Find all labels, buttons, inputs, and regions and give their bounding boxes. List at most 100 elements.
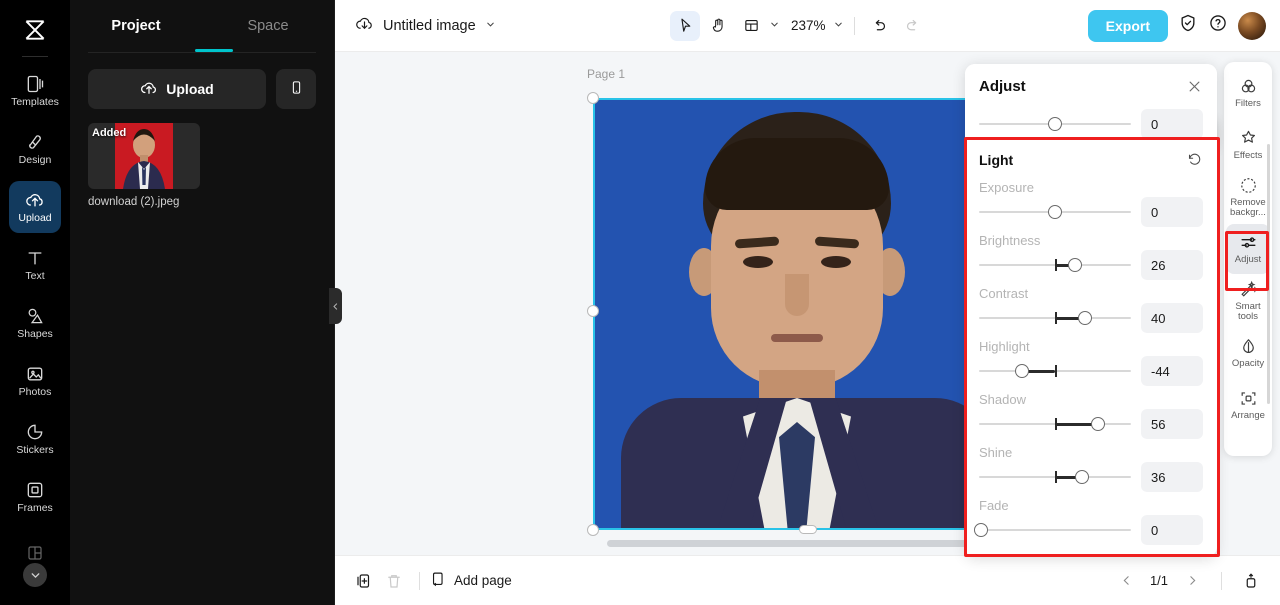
slider-knob[interactable] [1048,205,1062,219]
slider-knob[interactable] [1090,417,1105,431]
tool-filters[interactable]: Filters [1226,68,1270,118]
tool-adjust[interactable]: Adjust [1226,224,1270,274]
adjust-row-value[interactable]: 0 [1141,197,1203,227]
chevron-down-icon[interactable] [485,17,496,35]
panel-tabs: Project Space [70,0,334,52]
sidebar-item-text[interactable]: Text [9,239,61,291]
bottom-toolbar: Add page 1/1 [335,555,1280,605]
right-rail-scrollbar[interactable] [1267,144,1270,404]
document-title-group[interactable]: Untitled image [355,14,496,38]
slider-shadow[interactable] [979,414,1131,434]
layout-tool-button[interactable] [736,11,766,41]
adjust-row-value[interactable]: 36 [1141,462,1203,492]
canvas-artboard-image[interactable] [593,98,1023,530]
export-page-button[interactable] [1236,566,1266,596]
export-button[interactable]: Export [1087,9,1168,42]
adjust-row-value[interactable]: -44 [1141,356,1203,386]
adjust-row: Fade 0 [973,492,1203,545]
slider-knob[interactable] [1067,258,1082,272]
assets-list: Added download (2).jpeg [70,109,334,208]
upload-from-phone-button[interactable] [276,69,316,109]
adjust-row-control: 40 [979,303,1203,333]
sidebar-item-frames[interactable]: Frames [9,471,61,523]
adjust-row-value[interactable]: 26 [1141,250,1203,280]
resize-handle-top-left[interactable] [587,92,599,104]
capcut-logo-icon[interactable] [13,8,57,52]
tab-project[interactable]: Project [70,0,202,52]
sidebar-item-design[interactable]: Design [9,123,61,175]
resize-handle-bottom-center[interactable] [799,525,817,534]
upload-button[interactable]: Upload [88,69,266,109]
slider-shine[interactable] [979,467,1131,487]
select-tool-button[interactable] [670,10,700,41]
add-page-button[interactable]: Add page [430,571,512,591]
zoom-level-label[interactable]: 237% [791,18,826,33]
prev-page-button[interactable] [1111,566,1141,596]
question-circle-icon[interactable] [1208,13,1228,38]
reset-circular-arrow-icon[interactable] [1187,152,1203,168]
tab-space[interactable]: Space [202,0,334,52]
slider-knob[interactable] [1077,311,1092,325]
adjust-row-value[interactable]: 0 [1141,515,1203,545]
sidebar-item-shapes[interactable]: Shapes [9,297,61,349]
tool-effects[interactable]: Effects [1226,120,1270,170]
adjust-panel-header: Adjust [965,64,1217,108]
light-section-header: Light [979,138,1203,174]
add-page-label: Add page [454,573,512,588]
avatar[interactable] [1238,11,1266,40]
tool-remove-background[interactable]: Remove backgr... [1226,172,1270,222]
undo-button[interactable] [865,11,895,41]
shield-check-icon[interactable] [1178,13,1198,38]
slider-knob[interactable] [1014,364,1029,378]
slider-knob[interactable] [1048,117,1062,131]
portrait-nose [785,274,809,316]
zoom-chevron-down-icon[interactable] [833,17,844,35]
duplicate-page-button[interactable] [349,566,379,596]
tool-label: Remove backgr... [1230,196,1266,218]
sidebar-item-templates[interactable]: Templates [9,65,61,117]
partial-slider[interactable] [979,114,1131,134]
expand-more-button[interactable] [23,563,47,587]
sidebar-item-stickers[interactable]: Stickers [9,413,61,465]
slider-knob[interactable] [1075,470,1090,484]
adjust-row: Highlight -44 [979,333,1203,386]
panel-collapse-button[interactable] [329,288,342,324]
redo-button[interactable] [898,11,928,41]
slider-fade[interactable] [973,520,1131,540]
adjust-row-control: 0 [973,515,1203,545]
sidebar-item-photos[interactable]: Photos [9,355,61,407]
adjust-panel-title: Adjust [979,77,1026,95]
adjust-row-value[interactable]: 40 [1141,303,1203,333]
slider-knob[interactable] [973,523,988,537]
adjust-row-label: Exposure [979,180,1034,195]
right-tool-rail: Filters Effects Remove backgr... Adjust … [1224,62,1272,456]
slider-highlight[interactable] [979,361,1131,381]
slider-origin-tick [1055,471,1057,483]
partial-slider-row[interactable]: 0 [979,108,1203,139]
list-item[interactable]: Added [88,123,200,189]
slider-brightness[interactable] [979,255,1131,275]
slider-contrast[interactable] [979,308,1131,328]
next-page-button[interactable] [1177,566,1207,596]
tool-smart-tools[interactable]: Smart tools [1226,276,1270,326]
layout-chevron-down-icon[interactable] [769,17,780,35]
slider-origin-tick [1055,365,1057,377]
resize-handle-bottom-left[interactable] [587,524,599,536]
light-rows: Exposure 0 Brightness 26 Contrast 40 Highlight… [973,174,1203,545]
left-icon-rail: Templates Design Upload Text Shapes Phot… [0,0,70,605]
slider-exposure[interactable] [979,202,1131,222]
asset-filename: download (2).jpeg [88,196,180,208]
adjust-row-label: Highlight [979,339,1030,354]
adjust-row-label: Fade [979,498,1009,513]
tool-opacity[interactable]: Opacity [1226,328,1270,378]
hand-tool-button[interactable] [703,11,733,41]
partial-slider-value[interactable]: 0 [1141,109,1203,139]
close-icon[interactable] [1185,77,1203,95]
resize-handle-left[interactable] [587,305,599,317]
sidebar-item-upload[interactable]: Upload [9,181,61,233]
adjust-row-value[interactable]: 56 [1141,409,1203,439]
tool-arrange[interactable]: Arrange [1226,380,1270,430]
sidebar-item-label: Templates [11,96,59,108]
delete-page-button[interactable] [379,566,409,596]
adjust-panel-body[interactable]: 0 Light Exposure 0 Brightness 26 Contrast 40 H… [965,108,1217,557]
